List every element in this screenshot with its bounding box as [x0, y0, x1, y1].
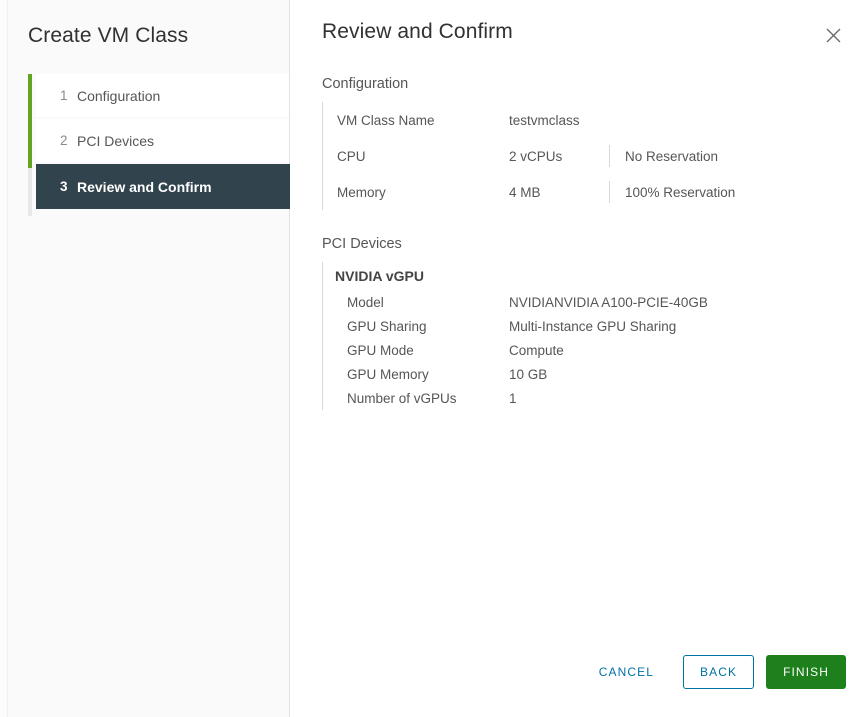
table-row: GPU Mode Compute: [347, 338, 836, 362]
dialog-footer: CANCEL BACK FINISH: [582, 655, 846, 689]
device-group-nvidia-vgpu: NVIDIA vGPU Model NVIDIANVIDIA A100-PCIE…: [322, 262, 836, 410]
table-row: GPU Memory 10 GB: [347, 362, 836, 386]
create-vm-class-dialog: Create VM Class 1 Configuration 2 PCI De…: [0, 0, 868, 717]
pci-devices-section-title: PCI Devices: [322, 236, 836, 252]
sidebar-step-configuration[interactable]: 1 Configuration: [36, 74, 289, 119]
table-row: Number of vGPUs 1: [347, 386, 836, 410]
row-extra: 100% Reservation: [609, 181, 735, 203]
step-number: 1: [60, 88, 77, 103]
configuration-section-title: Configuration: [322, 76, 836, 92]
dialog-title: Create VM Class: [8, 0, 289, 48]
panel-header: Review and Confirm: [290, 0, 868, 48]
row-extra: [609, 109, 624, 131]
configuration-section: Configuration VM Class Name testvmclass …: [322, 76, 836, 210]
step-label: Review and Confirm: [77, 179, 212, 195]
row-label: GPU Mode: [347, 343, 509, 358]
page-title: Review and Confirm: [322, 20, 513, 44]
cancel-button[interactable]: CANCEL: [582, 655, 671, 689]
table-row: Memory 4 MB 100% Reservation: [337, 174, 836, 210]
wizard-steps: 1 Configuration 2 PCI Devices 3 Review a…: [8, 74, 289, 209]
step-label: PCI Devices: [77, 133, 154, 149]
table-row: Model NVIDIANVIDIA A100-PCIE-40GB: [347, 290, 836, 314]
row-value: 4 MB: [509, 185, 609, 200]
sidebar-step-review-and-confirm[interactable]: 3 Review and Confirm: [36, 164, 290, 209]
row-value: Multi-Instance GPU Sharing: [509, 319, 676, 334]
modal-window: Create VM Class 1 Configuration 2 PCI De…: [8, 0, 868, 717]
back-button[interactable]: BACK: [683, 655, 754, 689]
row-label: CPU: [337, 149, 509, 164]
row-value: 1: [509, 391, 517, 406]
device-rows: Model NVIDIANVIDIA A100-PCIE-40GB GPU Sh…: [335, 290, 836, 410]
close-icon[interactable]: [820, 22, 846, 48]
row-value: Compute: [509, 343, 564, 358]
step-label: Configuration: [77, 88, 160, 104]
wizard-content-panel: Review and Confirm Configuration VM Clas…: [290, 0, 868, 717]
finish-button[interactable]: FINISH: [766, 655, 846, 689]
pci-devices-section: PCI Devices NVIDIA vGPU Model NVIDIANVID…: [322, 236, 836, 410]
sidebar-step-pci-devices[interactable]: 2 PCI Devices: [36, 119, 289, 164]
step-number: 2: [60, 133, 77, 148]
table-row: VM Class Name testvmclass: [337, 102, 836, 138]
row-extra: No Reservation: [609, 145, 718, 167]
configuration-group: VM Class Name testvmclass CPU 2 vCPUs No…: [322, 102, 836, 210]
table-row: GPU Sharing Multi-Instance GPU Sharing: [347, 314, 836, 338]
row-label: GPU Memory: [347, 367, 509, 382]
wizard-sidebar: Create VM Class 1 Configuration 2 PCI De…: [8, 0, 290, 717]
row-label: Model: [347, 295, 509, 310]
device-name: NVIDIA vGPU: [335, 262, 836, 290]
table-row: CPU 2 vCPUs No Reservation: [337, 138, 836, 174]
row-value: NVIDIANVIDIA A100-PCIE-40GB: [509, 295, 708, 310]
step-rail-completed: [28, 74, 32, 168]
row-value: 10 GB: [509, 367, 547, 382]
row-value: 2 vCPUs: [509, 149, 609, 164]
row-label: VM Class Name: [337, 113, 509, 128]
row-label: GPU Sharing: [347, 319, 509, 334]
row-label: Number of vGPUs: [347, 391, 509, 406]
panel-body: Configuration VM Class Name testvmclass …: [290, 76, 868, 410]
background-page-sliver: [0, 0, 8, 717]
step-number: 3: [60, 179, 77, 194]
row-label: Memory: [337, 185, 509, 200]
row-value: testvmclass: [509, 113, 609, 128]
